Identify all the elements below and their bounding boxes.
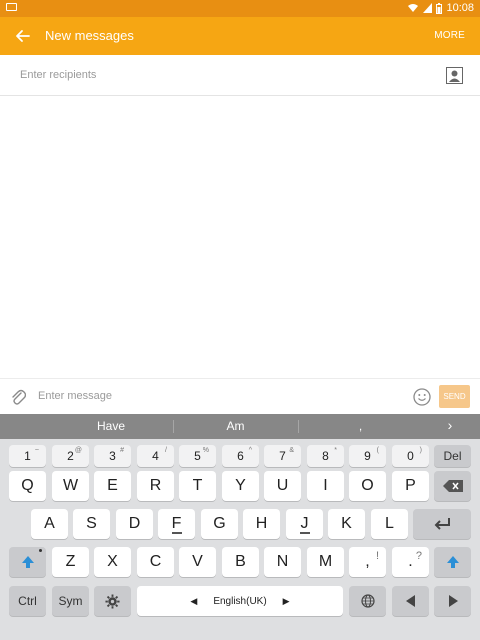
recipients-field[interactable]: Enter recipients [0, 55, 480, 96]
key-p[interactable]: P [392, 471, 429, 501]
gear-icon [105, 593, 120, 609]
shift-arrow-icon [446, 555, 460, 569]
key-9[interactable]: 9( [349, 445, 386, 467]
emoji-icon[interactable] [413, 388, 431, 406]
key-2[interactable]: 2 @ [52, 445, 89, 467]
contact-picker-icon[interactable] [446, 67, 463, 84]
key-v[interactable]: V [179, 547, 216, 577]
key-x[interactable]: X [94, 547, 131, 577]
signal-icon [423, 3, 433, 13]
globe-icon [360, 594, 375, 608]
wifi-icon [407, 3, 419, 13]
language-next-icon: ▶ [282, 595, 290, 606]
key-w[interactable]: W [52, 471, 89, 501]
message-input[interactable]: Enter message [38, 390, 112, 402]
shift-key-right[interactable] [434, 547, 471, 577]
cursor-right-key[interactable] [434, 586, 471, 616]
arrow-left-icon [405, 595, 416, 607]
key-j[interactable]: J [286, 509, 323, 539]
message-notification-icon [6, 3, 17, 11]
backspace-key[interactable] [434, 471, 471, 501]
sym-key[interactable]: Sym [52, 586, 89, 616]
key-l[interactable]: L [371, 509, 408, 539]
recipients-placeholder: Enter recipients [20, 69, 97, 81]
message-composer: Enter message SEND [0, 378, 480, 414]
key-5[interactable]: 5% [179, 445, 216, 467]
shift-arrow-icon [21, 555, 35, 569]
status-time: 10:08 [446, 2, 474, 14]
page-title: New messages [45, 28, 134, 43]
ctrl-key[interactable]: Ctrl [9, 586, 46, 616]
status-bar: 10:08 [0, 0, 480, 17]
key-u[interactable]: U [264, 471, 301, 501]
key-t[interactable]: T [179, 471, 216, 501]
key-6[interactable]: 6 ^ [222, 445, 259, 467]
key-3[interactable]: 3 # [94, 445, 131, 467]
app-bar: New messages MORE [0, 17, 480, 55]
space-key[interactable]: ◀ English(UK) ▶ [137, 586, 343, 616]
key-g[interactable]: G [201, 509, 238, 539]
suggestion-bar: Have Am , › [0, 414, 480, 439]
key-y[interactable]: Y [222, 471, 259, 501]
key-7[interactable]: 7 & [264, 445, 301, 467]
key-c[interactable]: C [137, 547, 174, 577]
key-h[interactable]: H [243, 509, 280, 539]
shift-key-left[interactable] [9, 547, 46, 577]
language-key[interactable] [349, 586, 386, 616]
key-i[interactable]: I [307, 471, 344, 501]
send-button[interactable]: SEND [439, 385, 470, 408]
key-z[interactable]: Z [52, 547, 89, 577]
expand-suggestions-icon[interactable]: › [440, 417, 460, 433]
suggestion-item[interactable]: , [298, 419, 423, 433]
arrow-right-icon [448, 595, 458, 607]
home-row-marker [299, 532, 310, 534]
key-1[interactable]: 1 ~ [9, 445, 46, 467]
cursor-left-key[interactable] [392, 586, 429, 616]
suggestion-item[interactable]: Am [173, 419, 298, 433]
key-m[interactable]: M [307, 547, 344, 577]
language-label: English(UK) [213, 595, 267, 607]
key-f[interactable]: F [158, 509, 195, 539]
language-prev-icon: ◀ [190, 595, 198, 606]
caps-indicator [39, 549, 42, 552]
key-n[interactable]: N [264, 547, 301, 577]
key-q[interactable]: Q [9, 471, 46, 501]
key-b[interactable]: B [222, 547, 259, 577]
key-a[interactable]: A [31, 509, 68, 539]
battery-icon [436, 2, 443, 14]
key-o[interactable]: O [349, 471, 386, 501]
key-4[interactable]: 4/ [137, 445, 174, 467]
back-arrow-icon[interactable] [12, 26, 34, 46]
key-0[interactable]: 0) [392, 445, 429, 467]
key-e[interactable]: E [94, 471, 131, 501]
keyboard: Have Am , › 1 ~ 2 @ 3 # 4/ 5% 6 ^ 7 & 8 * 9( 0… [0, 414, 480, 640]
key-d[interactable]: D [116, 509, 153, 539]
key-del[interactable]: Del [434, 445, 471, 467]
enter-icon [432, 517, 452, 531]
settings-key[interactable] [94, 586, 131, 616]
enter-key[interactable] [413, 509, 471, 539]
home-row-marker [171, 532, 182, 534]
key-comma[interactable]: ,! [349, 547, 386, 577]
more-button[interactable]: MORE [434, 30, 465, 41]
key-k[interactable]: K [328, 509, 365, 539]
key-period[interactable]: .? [392, 547, 429, 577]
attach-icon[interactable] [10, 388, 27, 406]
key-s[interactable]: S [73, 509, 110, 539]
key-8[interactable]: 8 * [307, 445, 344, 467]
key-r[interactable]: R [137, 471, 174, 501]
backspace-icon [442, 480, 463, 492]
